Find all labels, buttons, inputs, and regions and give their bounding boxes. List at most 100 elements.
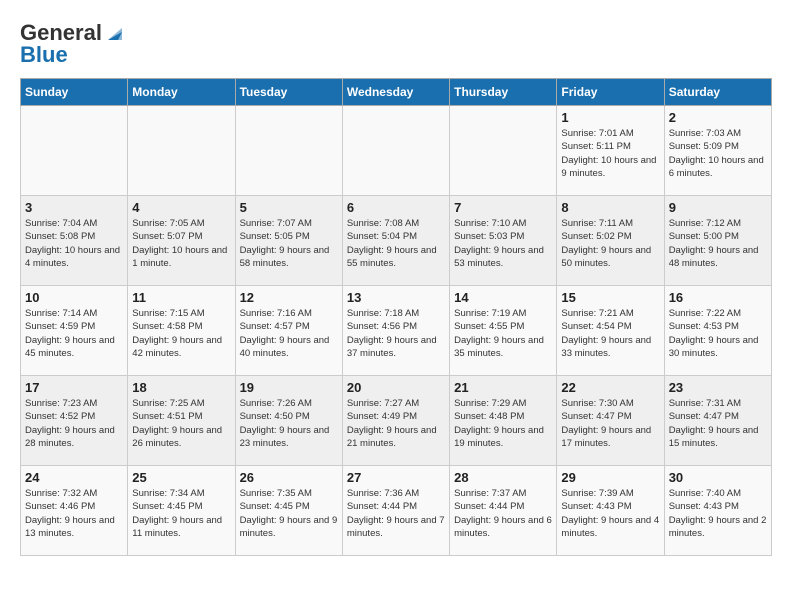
- day-number: 5: [240, 200, 338, 215]
- logo-arrow-icon: [104, 22, 126, 44]
- logo-blue-text: Blue: [20, 42, 68, 68]
- calendar-cell: [342, 106, 449, 196]
- day-number: 21: [454, 380, 552, 395]
- day-info: Sunrise: 7:29 AM Sunset: 4:48 PM Dayligh…: [454, 397, 552, 450]
- day-info: Sunrise: 7:34 AM Sunset: 4:45 PM Dayligh…: [132, 487, 230, 540]
- day-info: Sunrise: 7:40 AM Sunset: 4:43 PM Dayligh…: [669, 487, 767, 540]
- calendar-week-row: 24 Sunrise: 7:32 AM Sunset: 4:46 PM Dayli…: [21, 466, 772, 556]
- day-info: Sunrise: 7:12 AM Sunset: 5:00 PM Dayligh…: [669, 217, 767, 270]
- weekday-header-tuesday: Tuesday: [235, 79, 342, 106]
- day-number: 27: [347, 470, 445, 485]
- day-number: 19: [240, 380, 338, 395]
- day-number: 13: [347, 290, 445, 305]
- day-number: 24: [25, 470, 123, 485]
- calendar-week-row: 1 Sunrise: 7:01 AM Sunset: 5:11 PM Daylig…: [21, 106, 772, 196]
- day-number: 8: [561, 200, 659, 215]
- calendar-cell: [450, 106, 557, 196]
- calendar-cell: 17 Sunrise: 7:23 AM Sunset: 4:52 PM Dayli…: [21, 376, 128, 466]
- calendar-cell: 19 Sunrise: 7:26 AM Sunset: 4:50 PM Dayli…: [235, 376, 342, 466]
- day-number: 11: [132, 290, 230, 305]
- day-number: 18: [132, 380, 230, 395]
- calendar-cell: 13 Sunrise: 7:18 AM Sunset: 4:56 PM Dayli…: [342, 286, 449, 376]
- day-info: Sunrise: 7:25 AM Sunset: 4:51 PM Dayligh…: [132, 397, 230, 450]
- calendar-cell: 6 Sunrise: 7:08 AM Sunset: 5:04 PM Daylig…: [342, 196, 449, 286]
- day-number: 20: [347, 380, 445, 395]
- calendar-cell: [128, 106, 235, 196]
- calendar-cell: 27 Sunrise: 7:36 AM Sunset: 4:44 PM Dayli…: [342, 466, 449, 556]
- calendar-cell: 21 Sunrise: 7:29 AM Sunset: 4:48 PM Dayli…: [450, 376, 557, 466]
- day-info: Sunrise: 7:30 AM Sunset: 4:47 PM Dayligh…: [561, 397, 659, 450]
- calendar-cell: 14 Sunrise: 7:19 AM Sunset: 4:55 PM Dayli…: [450, 286, 557, 376]
- calendar-cell: 20 Sunrise: 7:27 AM Sunset: 4:49 PM Dayli…: [342, 376, 449, 466]
- weekday-header-monday: Monday: [128, 79, 235, 106]
- day-info: Sunrise: 7:11 AM Sunset: 5:02 PM Dayligh…: [561, 217, 659, 270]
- day-info: Sunrise: 7:37 AM Sunset: 4:44 PM Dayligh…: [454, 487, 552, 540]
- day-info: Sunrise: 7:31 AM Sunset: 4:47 PM Dayligh…: [669, 397, 767, 450]
- weekday-header-friday: Friday: [557, 79, 664, 106]
- weekday-header-wednesday: Wednesday: [342, 79, 449, 106]
- day-number: 7: [454, 200, 552, 215]
- weekday-header-saturday: Saturday: [664, 79, 771, 106]
- day-info: Sunrise: 7:35 AM Sunset: 4:45 PM Dayligh…: [240, 487, 338, 540]
- calendar-cell: 15 Sunrise: 7:21 AM Sunset: 4:54 PM Dayli…: [557, 286, 664, 376]
- weekday-header-sunday: Sunday: [21, 79, 128, 106]
- calendar-cell: 5Sunrise: 7:07 AM Sunset: 5:05 PM Daylig…: [235, 196, 342, 286]
- calendar-cell: 2Sunrise: 7:03 AM Sunset: 5:09 PM Daylig…: [664, 106, 771, 196]
- day-info: Sunrise: 7:10 AM Sunset: 5:03 PM Dayligh…: [454, 217, 552, 270]
- calendar-cell: 24 Sunrise: 7:32 AM Sunset: 4:46 PM Dayli…: [21, 466, 128, 556]
- day-number: 22: [561, 380, 659, 395]
- day-number: 16: [669, 290, 767, 305]
- day-number: 23: [669, 380, 767, 395]
- weekday-header-thursday: Thursday: [450, 79, 557, 106]
- day-number: 10: [25, 290, 123, 305]
- day-info: Sunrise: 7:19 AM Sunset: 4:55 PM Dayligh…: [454, 307, 552, 360]
- day-info: Sunrise: 7:36 AM Sunset: 4:44 PM Dayligh…: [347, 487, 445, 540]
- calendar-cell: 28Sunrise: 7:37 AM Sunset: 4:44 PM Dayli…: [450, 466, 557, 556]
- calendar-cell: 11 Sunrise: 7:15 AM Sunset: 4:58 PM Dayli…: [128, 286, 235, 376]
- day-number: 1: [561, 110, 659, 125]
- calendar-cell: 25 Sunrise: 7:34 AM Sunset: 4:45 PM Dayli…: [128, 466, 235, 556]
- day-info: Sunrise: 7:32 AM Sunset: 4:46 PM Dayligh…: [25, 487, 123, 540]
- day-info: Sunrise: 7:26 AM Sunset: 4:50 PM Dayligh…: [240, 397, 338, 450]
- calendar-cell: 29Sunrise: 7:39 AM Sunset: 4:43 PM Dayli…: [557, 466, 664, 556]
- day-info: Sunrise: 7:14 AM Sunset: 4:59 PM Dayligh…: [25, 307, 123, 360]
- calendar-week-row: 17 Sunrise: 7:23 AM Sunset: 4:52 PM Dayli…: [21, 376, 772, 466]
- day-info: Sunrise: 7:23 AM Sunset: 4:52 PM Dayligh…: [25, 397, 123, 450]
- calendar-week-row: 3 Sunrise: 7:04 AM Sunset: 5:08 PM Daylig…: [21, 196, 772, 286]
- day-info: Sunrise: 7:27 AM Sunset: 4:49 PM Dayligh…: [347, 397, 445, 450]
- day-number: 4: [132, 200, 230, 215]
- calendar-cell: 8 Sunrise: 7:11 AM Sunset: 5:02 PM Daylig…: [557, 196, 664, 286]
- calendar-cell: 10 Sunrise: 7:14 AM Sunset: 4:59 PM Dayli…: [21, 286, 128, 376]
- day-info: Sunrise: 7:01 AM Sunset: 5:11 PM Dayligh…: [561, 127, 659, 180]
- day-info: Sunrise: 7:22 AM Sunset: 4:53 PM Dayligh…: [669, 307, 767, 360]
- logo: General Blue: [20, 20, 126, 68]
- day-number: 9: [669, 200, 767, 215]
- day-info: Sunrise: 7:39 AM Sunset: 4:43 PM Dayligh…: [561, 487, 659, 540]
- calendar-cell: 12Sunrise: 7:16 AM Sunset: 4:57 PM Dayli…: [235, 286, 342, 376]
- day-number: 15: [561, 290, 659, 305]
- day-info: Sunrise: 7:08 AM Sunset: 5:04 PM Dayligh…: [347, 217, 445, 270]
- day-number: 25: [132, 470, 230, 485]
- calendar-cell: 16 Sunrise: 7:22 AM Sunset: 4:53 PM Dayli…: [664, 286, 771, 376]
- day-info: Sunrise: 7:18 AM Sunset: 4:56 PM Dayligh…: [347, 307, 445, 360]
- day-number: 3: [25, 200, 123, 215]
- day-number: 14: [454, 290, 552, 305]
- calendar-cell: 22 Sunrise: 7:30 AM Sunset: 4:47 PM Dayli…: [557, 376, 664, 466]
- day-number: 6: [347, 200, 445, 215]
- calendar-header-row: SundayMondayTuesdayWednesdayThursdayFrid…: [21, 79, 772, 106]
- day-number: 26: [240, 470, 338, 485]
- day-number: 17: [25, 380, 123, 395]
- day-info: Sunrise: 7:03 AM Sunset: 5:09 PM Dayligh…: [669, 127, 767, 180]
- day-info: Sunrise: 7:04 AM Sunset: 5:08 PM Dayligh…: [25, 217, 123, 270]
- day-info: Sunrise: 7:21 AM Sunset: 4:54 PM Dayligh…: [561, 307, 659, 360]
- day-info: Sunrise: 7:15 AM Sunset: 4:58 PM Dayligh…: [132, 307, 230, 360]
- day-number: 12: [240, 290, 338, 305]
- calendar-table: SundayMondayTuesdayWednesdayThursdayFrid…: [20, 78, 772, 556]
- calendar-cell: 9 Sunrise: 7:12 AM Sunset: 5:00 PM Daylig…: [664, 196, 771, 286]
- calendar-cell: 23 Sunrise: 7:31 AM Sunset: 4:47 PM Dayli…: [664, 376, 771, 466]
- calendar-cell: 4Sunrise: 7:05 AM Sunset: 5:07 PM Daylig…: [128, 196, 235, 286]
- calendar-week-row: 10 Sunrise: 7:14 AM Sunset: 4:59 PM Dayli…: [21, 286, 772, 376]
- calendar-cell: 18 Sunrise: 7:25 AM Sunset: 4:51 PM Dayli…: [128, 376, 235, 466]
- calendar-cell: [235, 106, 342, 196]
- calendar-cell: 1 Sunrise: 7:01 AM Sunset: 5:11 PM Daylig…: [557, 106, 664, 196]
